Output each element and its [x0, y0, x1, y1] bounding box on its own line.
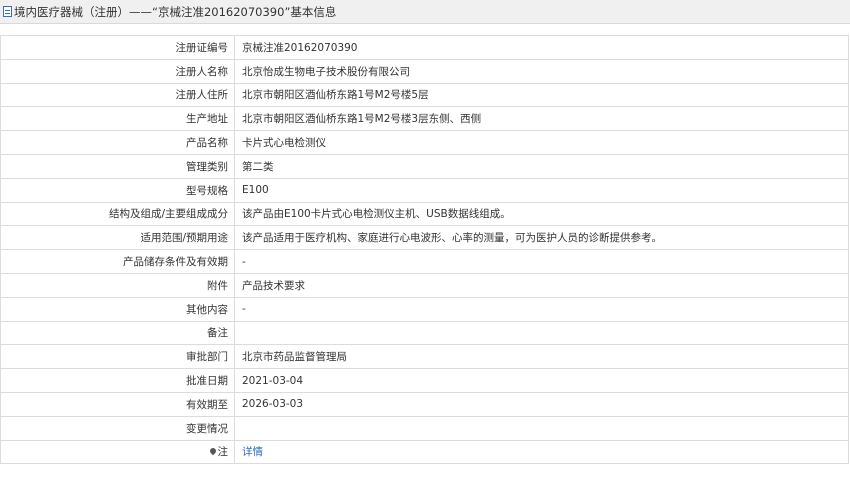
row-value: 该产品由E100卡片式心电检测仪主机、USB数据线组成。 — [234, 201, 849, 227]
row-label: 结构及组成/主要组成成分 — [0, 201, 235, 227]
info-table: 注册证编号 京械注准20162070390 注册人名称 北京怡成生物电子技术股份… — [0, 35, 849, 465]
row-label: 注册人住所 — [0, 82, 235, 108]
row-value: 北京市药品监督管理局 — [234, 344, 849, 370]
row-value: 产品技术要求 — [234, 272, 849, 298]
row-value — [234, 415, 849, 441]
table-row: 生产地址 北京市朝阳区酒仙桥东路1号M2号楼3层东侧、西侧 — [0, 106, 849, 132]
row-label: 注册人名称 — [0, 58, 235, 84]
table-row: 管理类别 第二类 — [0, 153, 849, 179]
row-value: 北京怡成生物电子技术股份有限公司 — [234, 58, 849, 84]
row-value: 2026-03-03 — [234, 391, 849, 417]
row-value: - — [234, 296, 849, 322]
row-label: 审批部门 — [0, 344, 235, 370]
row-value — [234, 320, 849, 346]
table-row: 其他内容 - — [0, 296, 849, 322]
table-row: 产品储存条件及有效期 - — [0, 249, 849, 274]
table-row: 型号规格 E100 — [0, 177, 849, 203]
note-label-cell: 注 — [0, 439, 235, 465]
row-label: 备注 — [0, 320, 235, 346]
row-label: 变更情况 — [0, 415, 235, 441]
row-label: 批准日期 — [0, 368, 235, 393]
note-row: 注 详情 — [0, 439, 849, 465]
table-row: 变更情况 — [0, 415, 849, 441]
row-value: - — [234, 249, 849, 274]
row-label: 产品名称 — [0, 130, 235, 155]
table-row: 注册人名称 北京怡成生物电子技术股份有限公司 — [0, 58, 849, 84]
table-row: 注册证编号 京械注准20162070390 — [0, 35, 849, 60]
note-value-cell: 详情 — [234, 439, 849, 465]
row-value: 北京市朝阳区酒仙桥东路1号M2号楼5层 — [234, 82, 849, 108]
row-value: E100 — [234, 177, 849, 203]
table-row: 产品名称 卡片式心电检测仪 — [0, 130, 849, 155]
row-label: 其他内容 — [0, 296, 235, 322]
page: 境内医疗器械（注册）——“京械注准20162070390”基本信息 注册证编号 … — [0, 0, 850, 487]
table-row: 审批部门 北京市药品监督管理局 — [0, 344, 849, 370]
table-row: 注册人住所 北京市朝阳区酒仙桥东路1号M2号楼5层 — [0, 82, 849, 108]
table-row: 适用范围/预期用途 该产品适用于医疗机构、家庭进行心电波形、心率的测量，可为医护… — [0, 225, 849, 251]
note-label: 注 — [217, 446, 229, 459]
row-value: 京械注准20162070390 — [234, 35, 849, 60]
row-value: 第二类 — [234, 153, 849, 179]
document-icon — [3, 6, 12, 17]
table-row: 结构及组成/主要组成成分 该产品由E100卡片式心电检测仪主机、USB数据线组成… — [0, 201, 849, 227]
table-row: 批准日期 2021-03-04 — [0, 368, 849, 393]
table-row: 备注 — [0, 320, 849, 346]
row-label: 管理类别 — [0, 153, 235, 179]
row-label: 产品储存条件及有效期 — [0, 249, 235, 274]
details-link[interactable]: 详情 — [242, 446, 263, 458]
row-value: 该产品适用于医疗机构、家庭进行心电波形、心率的测量，可为医护人员的诊断提供参考。 — [234, 225, 849, 251]
row-label: 型号规格 — [0, 177, 235, 203]
page-header: 境内医疗器械（注册）——“京械注准20162070390”基本信息 — [0, 0, 850, 24]
row-label: 附件 — [0, 272, 235, 298]
pin-icon — [208, 447, 217, 456]
table-row: 有效期至 2026-03-03 — [0, 391, 849, 417]
row-label: 注册证编号 — [0, 35, 235, 60]
row-label: 有效期至 — [0, 391, 235, 417]
page-title: 境内医疗器械（注册）——“京械注准20162070390”基本信息 — [14, 4, 337, 19]
table-row: 附件 产品技术要求 — [0, 272, 849, 298]
row-value: 卡片式心电检测仪 — [234, 130, 849, 155]
row-label: 生产地址 — [0, 106, 235, 132]
row-value: 2021-03-04 — [234, 368, 849, 393]
row-label: 适用范围/预期用途 — [0, 225, 235, 251]
row-value: 北京市朝阳区酒仙桥东路1号M2号楼3层东侧、西侧 — [234, 106, 849, 132]
